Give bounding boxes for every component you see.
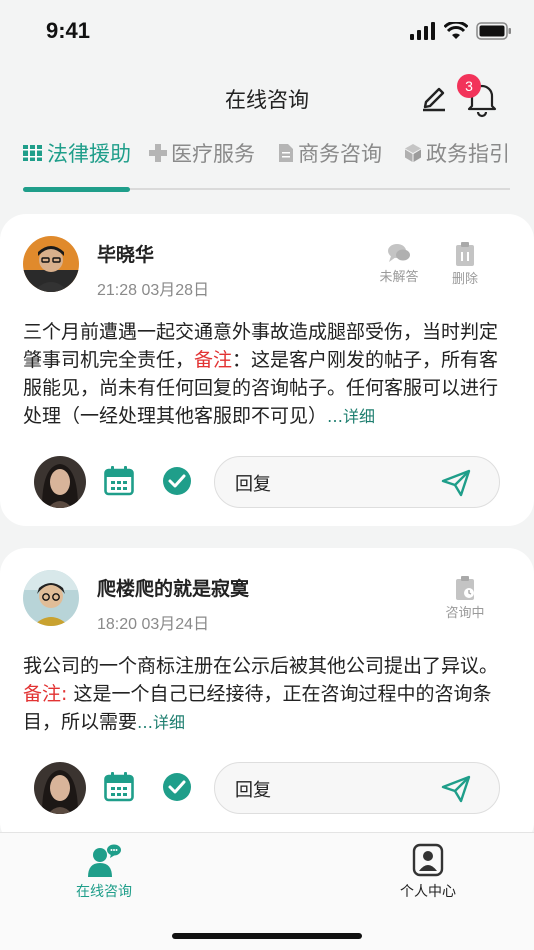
post-content[interactable]: 三个月前遭遇一起交通意外事故造成腿部受伤，当时判定肇事司机完全责任，备注：这是客… xyxy=(23,318,512,431)
tab-medical[interactable]: 医疗服务 xyxy=(149,138,255,168)
home-indicator xyxy=(172,933,362,939)
post-time: 21:28 03月28日 xyxy=(97,282,210,299)
tab-business[interactable]: 商务咨询 xyxy=(278,138,382,168)
bottom-nav-consult[interactable]: 在线咨询 xyxy=(44,843,164,901)
consult-icon xyxy=(88,844,121,877)
bottom-nav-label: 在线咨询 xyxy=(76,884,132,900)
tab-label: 政务指引 xyxy=(426,142,510,166)
post-text: 我公司的一个商标注册在公示后被其他公司提出了异议。 xyxy=(23,655,499,677)
user-name: 爬楼爬的就是寂寞 xyxy=(97,578,250,600)
delete-button[interactable]: 删除 xyxy=(437,242,493,287)
reply-placeholder: 回复 xyxy=(235,474,271,495)
staff-avatar[interactable] xyxy=(34,456,86,508)
check-circle-icon[interactable] xyxy=(162,772,192,802)
cube-icon xyxy=(404,144,422,162)
tab-government[interactable]: 政务指引 xyxy=(404,138,510,168)
post-time: 18:20 03月24日 xyxy=(97,616,210,633)
profile-icon xyxy=(412,843,444,877)
tab-legal-aid[interactable]: 法律援助 xyxy=(23,138,131,168)
reply-input[interactable]: 回复 xyxy=(214,456,500,508)
post-content[interactable]: 我公司的一个商标注册在公示后被其他公司提出了异议。备注: 这是一个自己已经接待，… xyxy=(23,652,512,737)
post-card[interactable]: 爬楼爬的就是寂寞 18:20 03月24日 咨询中 我公司的一个商标注册在公示后… xyxy=(0,548,534,848)
action-label: 咨询中 xyxy=(445,606,485,621)
document-icon xyxy=(278,143,294,163)
signal-icon xyxy=(410,22,435,40)
more-link[interactable]: …详细 xyxy=(327,407,375,426)
reply-row: 回复 xyxy=(0,452,534,512)
action-label: 未解答 xyxy=(379,270,419,285)
reply-input[interactable]: 回复 xyxy=(214,762,500,814)
clipboard-delete-icon xyxy=(456,242,474,266)
unanswered-status[interactable]: 未解答 xyxy=(371,242,427,285)
notification-button[interactable]: 3 xyxy=(457,74,502,118)
clipboard-clock-icon xyxy=(456,576,474,600)
calendar-icon[interactable] xyxy=(104,466,134,496)
reply-placeholder: 回复 xyxy=(235,780,271,801)
status-icons xyxy=(410,22,512,40)
action-label: 删除 xyxy=(451,272,478,287)
avatar[interactable] xyxy=(23,570,79,626)
avatar[interactable] xyxy=(23,236,79,292)
status-bar: 9:41 xyxy=(0,0,534,62)
cross-icon xyxy=(149,144,167,162)
wifi-icon xyxy=(444,22,468,39)
edit-icon[interactable] xyxy=(420,82,448,112)
status-time: 9:41 xyxy=(46,18,91,43)
category-tabs: 法律援助 医疗服务 商务咨询 政务指引 xyxy=(0,132,534,192)
chat-bubbles-icon xyxy=(388,244,410,262)
note-label: 备注: xyxy=(23,683,68,705)
bottom-nav-label: 个人中心 xyxy=(400,884,456,900)
page-title: 在线咨询 xyxy=(225,88,309,112)
notification-badge: 3 xyxy=(457,74,481,98)
more-link[interactable]: …详细 xyxy=(137,713,185,732)
check-circle-icon[interactable] xyxy=(162,466,192,496)
consulting-status[interactable]: 咨询中 xyxy=(437,576,493,621)
send-icon[interactable] xyxy=(441,469,471,497)
nav-bar: 在线咨询 3 xyxy=(0,70,534,130)
note-label: 备注 xyxy=(194,349,233,371)
post-text-after: 这是一个自己已经接待，正在咨询过程中的咨询条目，所以需要 xyxy=(23,683,492,733)
tab-label: 法律援助 xyxy=(47,142,131,166)
reply-row: 回复 xyxy=(0,758,534,818)
tab-label: 医疗服务 xyxy=(171,142,255,166)
send-icon[interactable] xyxy=(441,775,471,803)
bottom-nav: 在线咨询 个人中心 xyxy=(0,832,534,950)
tab-label: 商务咨询 xyxy=(298,142,382,166)
tab-active-indicator xyxy=(23,187,130,192)
bottom-nav-profile[interactable]: 个人中心 xyxy=(368,843,488,901)
user-name: 毕晓华 xyxy=(97,244,155,266)
calendar-icon[interactable] xyxy=(104,772,134,802)
books-icon xyxy=(23,143,43,163)
battery-icon xyxy=(476,22,511,40)
staff-avatar[interactable] xyxy=(34,762,86,814)
post-card[interactable]: 毕晓华 21:28 03月28日 未解答 删除 三个月前遭遇一起交通意外事故造成… xyxy=(0,214,534,526)
